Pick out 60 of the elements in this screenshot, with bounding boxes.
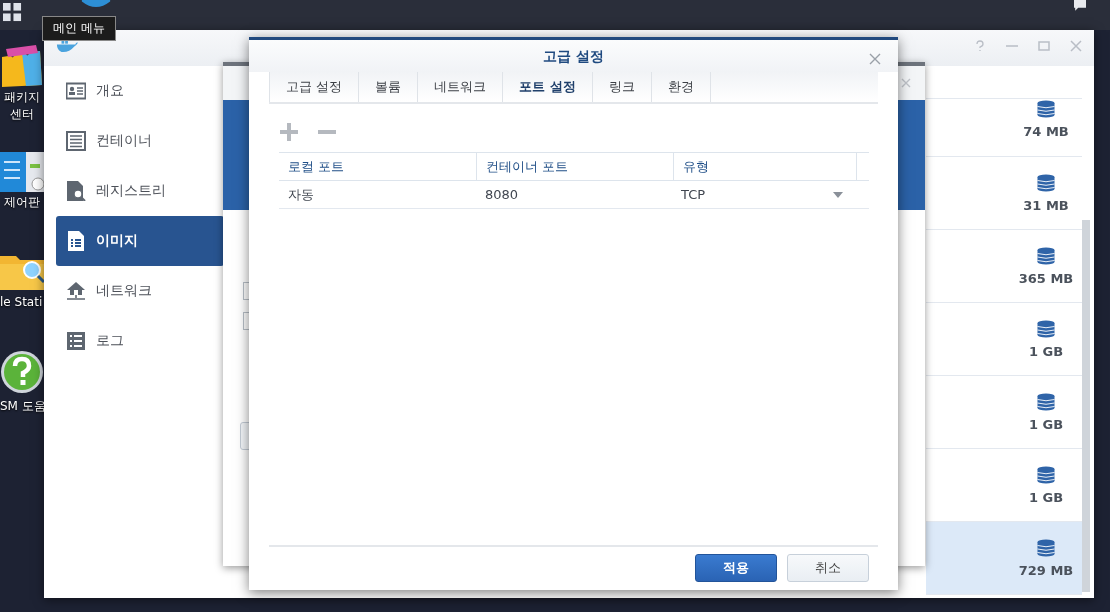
house-icon bbox=[66, 281, 86, 301]
column-header[interactable]: 로컬 포트 bbox=[279, 153, 477, 180]
close-icon[interactable] bbox=[1070, 40, 1082, 52]
image-size: 74 MB bbox=[1023, 124, 1069, 139]
image-row[interactable]: 729 MB bbox=[926, 522, 1082, 595]
control-panel-icon[interactable] bbox=[0, 150, 44, 194]
sidebar-item[interactable]: 이미지 bbox=[56, 216, 224, 266]
protocol-select[interactable]: TCP bbox=[672, 181, 869, 208]
maximize-icon[interactable] bbox=[1038, 40, 1050, 52]
desktop-icon-label[interactable]: 제어판 bbox=[0, 194, 44, 211]
image-size: 365 MB bbox=[1018, 270, 1074, 286]
caret-icon bbox=[833, 192, 843, 198]
tooltip: 메인 메뉴 bbox=[42, 16, 116, 41]
image-size: 31 MB bbox=[1023, 197, 1069, 213]
list-icon bbox=[66, 131, 86, 151]
scrollbar[interactable] bbox=[1082, 220, 1090, 592]
sidebar-item[interactable]: 로그 bbox=[56, 316, 224, 366]
apply-button[interactable]: 적용 bbox=[695, 554, 777, 582]
image-size: 1 GB bbox=[1028, 489, 1064, 505]
close-icon[interactable] bbox=[901, 78, 911, 88]
dialog-title: 고급 설정 bbox=[249, 40, 898, 72]
document-icon bbox=[66, 231, 86, 251]
tab[interactable]: 환경 bbox=[651, 72, 711, 102]
column-header[interactable]: 유형 bbox=[674, 153, 857, 180]
desktop-icon-label[interactable]: 패키지 센터 bbox=[0, 89, 44, 123]
tab[interactable]: 링크 bbox=[592, 72, 652, 102]
database-icon bbox=[1037, 465, 1055, 484]
image-size: 1 GB bbox=[1028, 343, 1064, 359]
database-icon bbox=[1037, 392, 1055, 411]
tab[interactable]: 포트 설정 bbox=[503, 72, 593, 102]
shopping-bag-icon[interactable] bbox=[0, 45, 44, 89]
column-header[interactable]: 컨테이너 포트 bbox=[477, 153, 674, 180]
image-size: 729 MB bbox=[1018, 562, 1074, 578]
add-icon[interactable] bbox=[279, 122, 299, 142]
id-card-icon bbox=[66, 81, 86, 101]
close-icon[interactable] bbox=[869, 53, 881, 65]
image-row[interactable]: 74 MB bbox=[926, 99, 1082, 157]
database-icon bbox=[1037, 538, 1055, 557]
tab[interactable]: 네트워크 bbox=[418, 72, 504, 102]
document-search-icon bbox=[66, 181, 86, 201]
table-cell-text: 자동 bbox=[287, 185, 315, 204]
sidebar-item[interactable]: 네트워크 bbox=[56, 266, 224, 316]
cancel-button[interactable]: 취소 bbox=[787, 554, 869, 582]
image-size: 1 GB bbox=[1028, 416, 1064, 432]
tab[interactable]: 볼륨 bbox=[359, 72, 419, 102]
main-menu-icon[interactable] bbox=[3, 3, 22, 22]
desktop-icon-label[interactable]: le Stati bbox=[0, 294, 43, 311]
table-cell-text: 8080 bbox=[484, 186, 520, 204]
sidebar-item[interactable]: 개요 bbox=[56, 66, 224, 116]
tab[interactable]: 고급 설정 bbox=[269, 72, 360, 102]
database-icon bbox=[1037, 246, 1055, 265]
image-row[interactable]: 31 MB bbox=[926, 157, 1082, 230]
list-icon bbox=[66, 331, 86, 351]
database-icon bbox=[1037, 100, 1055, 118]
sidebar-item[interactable]: 컨테이너 bbox=[56, 116, 224, 166]
database-icon bbox=[1037, 319, 1055, 338]
database-icon bbox=[1037, 173, 1055, 192]
sidebar-item[interactable]: 레지스트리 bbox=[56, 166, 224, 216]
desktop-icon-label[interactable]: SM 도움 bbox=[0, 398, 46, 415]
help-icon[interactable] bbox=[0, 350, 44, 394]
